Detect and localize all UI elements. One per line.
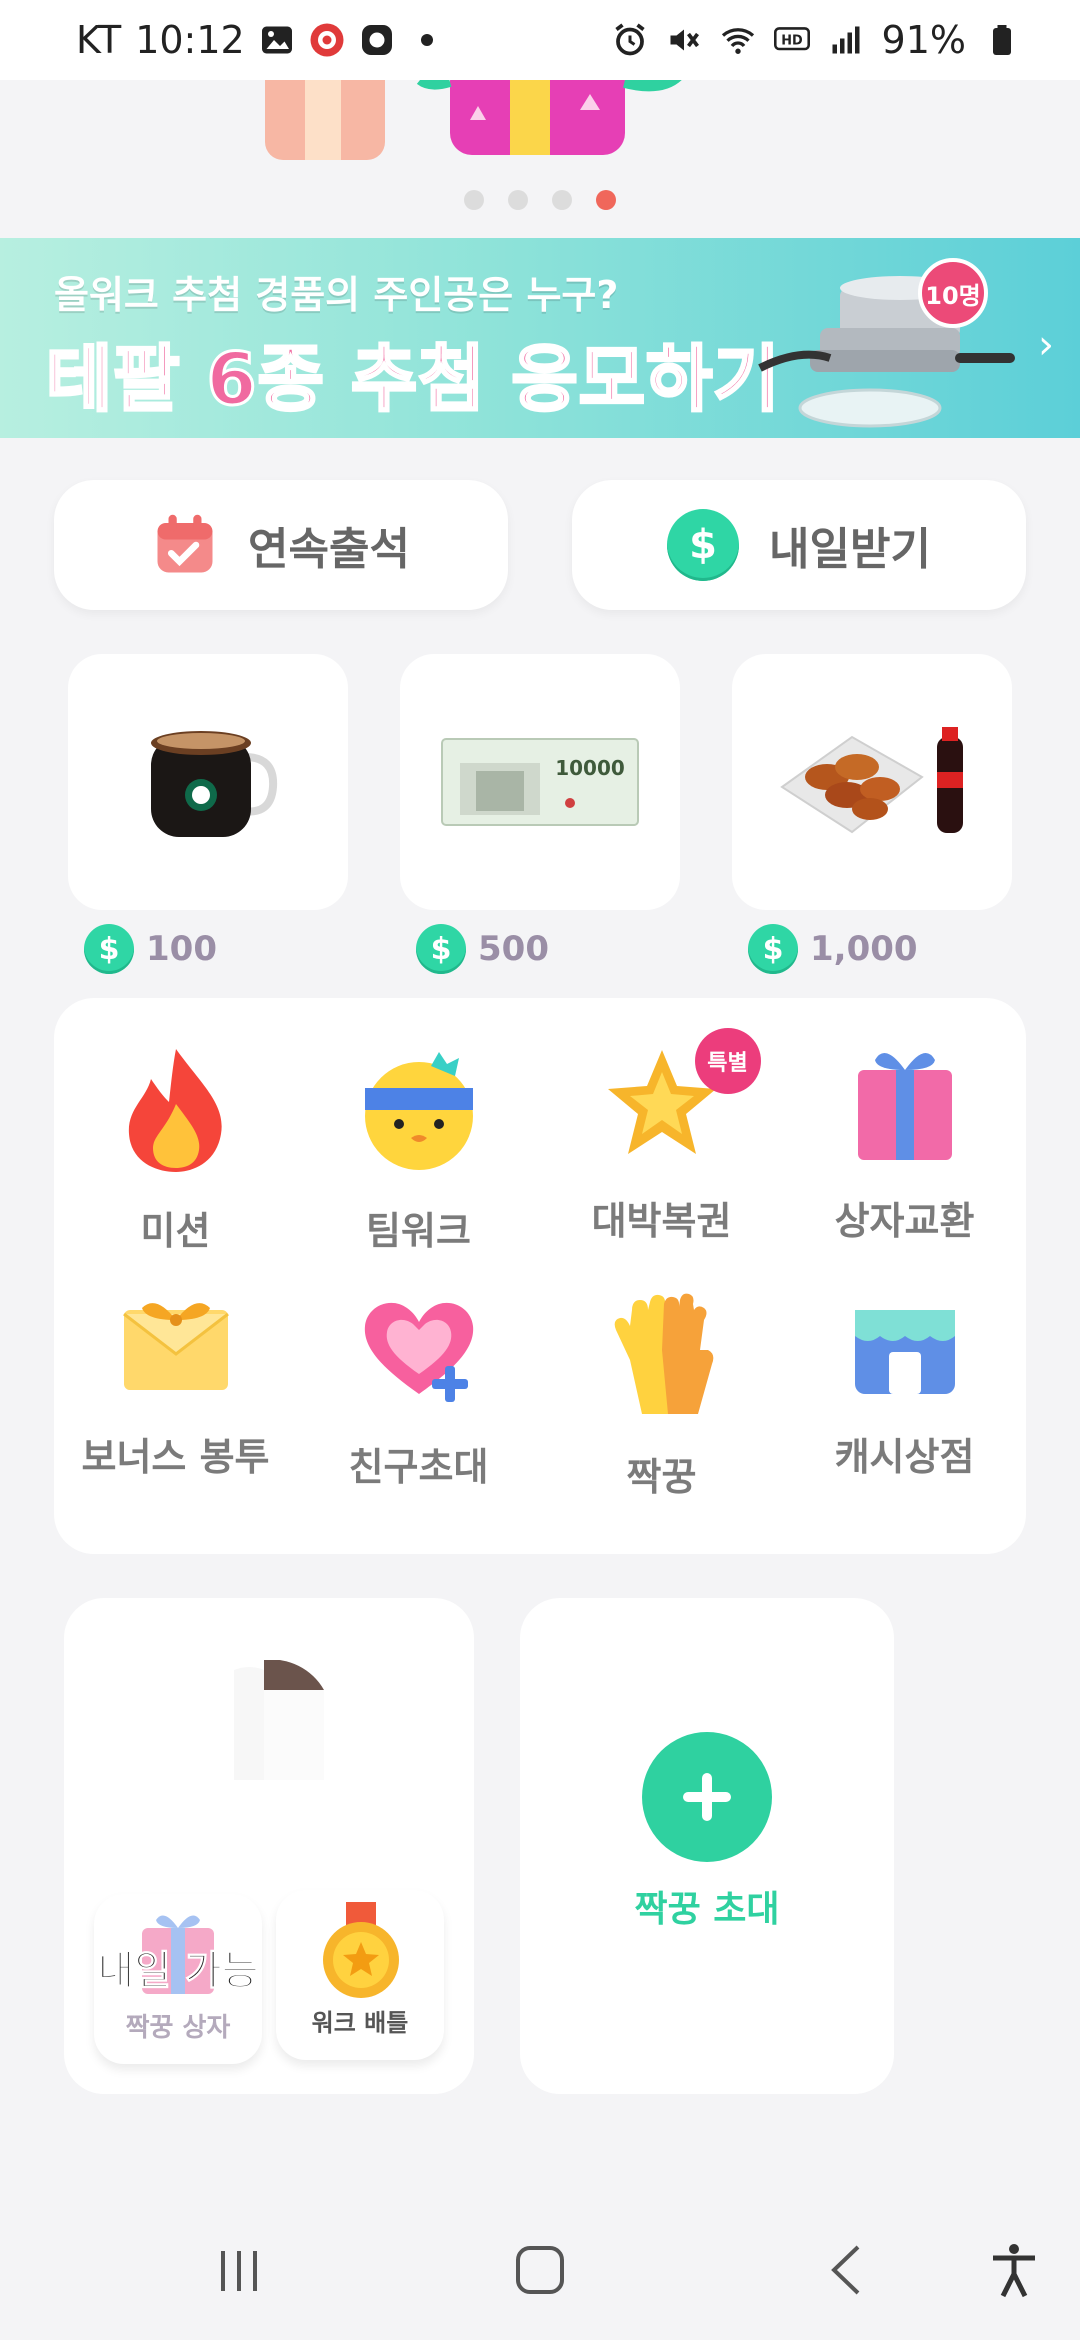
feature-menu: 미션 팀워크 특별 대박복권 상자교환 보너스 봉투 친구초대 짝꿍 캐시상점	[54, 998, 1026, 1554]
reward-price-voucher: $ 500	[416, 924, 549, 974]
partner-avatar-image	[234, 1660, 324, 1780]
coffee-mug-icon	[151, 731, 278, 837]
receive-tomorrow-button[interactable]: $ 내일받기	[572, 480, 1026, 610]
hd-icon: HD	[773, 27, 810, 51]
streak-attendance-label: 연속출석	[248, 524, 410, 575]
reward-card-chicken[interactable]	[732, 654, 1012, 910]
hands-icon	[614, 1293, 713, 1414]
carousel-dot[interactable]	[508, 190, 528, 210]
dollar-coin-icon: $	[416, 924, 466, 974]
carousel-dot[interactable]	[552, 190, 572, 210]
svg-text:HD: HD	[781, 34, 802, 49]
price-value: 1,000	[810, 929, 918, 969]
status-bar: KT 10:12 HD 91%	[0, 0, 1080, 80]
price-value: 100	[146, 929, 217, 969]
reward-price-coffee: $ 100	[84, 924, 217, 974]
promo-banner[interactable]: 올워크 추첨 경품의 주인공은 누구? 테팔 6종 추첨 응모하기 ›	[0, 238, 1080, 438]
menu-item-box-exchange[interactable]: 상자교환	[783, 998, 1026, 1243]
heart-plus-icon	[364, 1302, 473, 1402]
menu-label: 친구초대	[348, 1445, 489, 1489]
alarm-icon	[614, 23, 645, 56]
menu-item-bonus-envelope[interactable]: 보너스 봉투	[54, 1244, 297, 1479]
menu-item-mission[interactable]: 미션	[54, 998, 297, 1253]
fire-icon	[128, 1049, 222, 1172]
reward-price-chicken: $ 1,000	[748, 924, 918, 974]
accessibility-icon	[993, 2244, 1035, 2298]
recent-apps-button[interactable]	[210, 2240, 270, 2300]
signal-icon	[832, 26, 860, 54]
menu-label: 상자교환	[834, 1199, 975, 1243]
clock: 10:12	[135, 18, 245, 62]
gift-box-icon	[857, 1052, 952, 1160]
menu-item-cash-shop[interactable]: 캐시상점	[783, 1244, 1026, 1479]
special-badge: 특별	[694, 1028, 761, 1094]
menu-item-invite-friends[interactable]: 친구초대	[297, 1244, 540, 1489]
dollar-coin-icon: $	[84, 924, 134, 974]
gift-voucher-icon: 10000	[441, 738, 639, 826]
partner-box-card[interactable]: 내일 가능 짝꿍 상자	[94, 1894, 262, 2064]
reward-card-voucher[interactable]: 10000	[400, 654, 680, 910]
system-nav-bar	[0, 2200, 1080, 2340]
envelope-icon	[122, 1303, 229, 1390]
partner-invite-label: 짝꿍 초대	[634, 1889, 780, 1930]
store-icon	[854, 1310, 955, 1394]
home-icon	[516, 2246, 564, 2294]
menu-item-teamwork[interactable]: 팀워크	[297, 998, 540, 1253]
partner-card[interactable]: 내일 가능 짝꿍 상자 워크 배틀	[64, 1598, 474, 2094]
gallery-icon	[261, 26, 292, 54]
svg-text:10000: 10000	[555, 756, 625, 780]
home-button[interactable]	[510, 2240, 570, 2300]
dot-icon	[420, 34, 433, 46]
menu-label: 대박복권	[591, 1199, 732, 1243]
accessibility-button[interactable]	[984, 2240, 1044, 2300]
price-value: 500	[478, 929, 549, 969]
record-icon	[310, 23, 344, 57]
available-tomorrow-label: 내일 가능	[97, 1948, 259, 1995]
reward-card-coffee[interactable]	[68, 654, 348, 910]
carrier-label: KT	[76, 18, 122, 62]
banner-subtitle: 올워크 추첨 경품의 주인공은 누구?	[54, 273, 619, 317]
battery-percent: 91%	[881, 18, 966, 62]
walk-battle-label: 워크 배틀	[311, 2009, 409, 2037]
wifi-icon	[721, 28, 754, 54]
top-carousel[interactable]	[0, 80, 1080, 240]
receive-tomorrow-label: 내일받기	[769, 524, 931, 575]
battery-icon	[993, 25, 1011, 55]
streak-attendance-button[interactable]: 연속출석	[54, 480, 508, 610]
dollar-coin-icon: $	[667, 509, 740, 581]
carousel-dot[interactable]	[464, 190, 484, 210]
mute-icon	[670, 29, 699, 51]
chicken-soda-icon	[780, 727, 963, 834]
back-icon	[831, 2245, 860, 2295]
partner-box-label: 짝꿍 상자	[125, 2013, 231, 2043]
menu-item-lottery[interactable]: 특별 대박복권	[540, 998, 783, 1243]
menu-label: 캐시상점	[834, 1435, 975, 1479]
carousel-indicator	[0, 190, 1080, 210]
carousel-dot-active[interactable]	[596, 190, 616, 210]
winner-count-badge: 10명	[918, 258, 988, 328]
plus-icon	[683, 1773, 731, 1821]
menu-label: 보너스 봉투	[81, 1435, 270, 1479]
chevron-right-icon: ›	[1038, 322, 1054, 368]
add-partner-button[interactable]	[642, 1732, 772, 1862]
back-button[interactable]	[816, 2240, 876, 2300]
face-headband-icon	[364, 1052, 473, 1170]
banner-title: 테팔 6종 추첨 응모하기	[44, 336, 781, 423]
walk-battle-card[interactable]: 워크 배틀	[276, 1890, 444, 2060]
recent-apps-icon	[221, 2251, 257, 2291]
gift-boxes-illustration	[265, 80, 681, 160]
menu-item-partner[interactable]: 짝꿍	[540, 1244, 783, 1499]
chat-icon	[361, 25, 392, 55]
calendar-check-icon	[157, 514, 213, 573]
medal-icon	[323, 1902, 399, 1998]
dollar-coin-icon: $	[748, 924, 798, 974]
menu-label: 짝꿍	[626, 1455, 697, 1499]
